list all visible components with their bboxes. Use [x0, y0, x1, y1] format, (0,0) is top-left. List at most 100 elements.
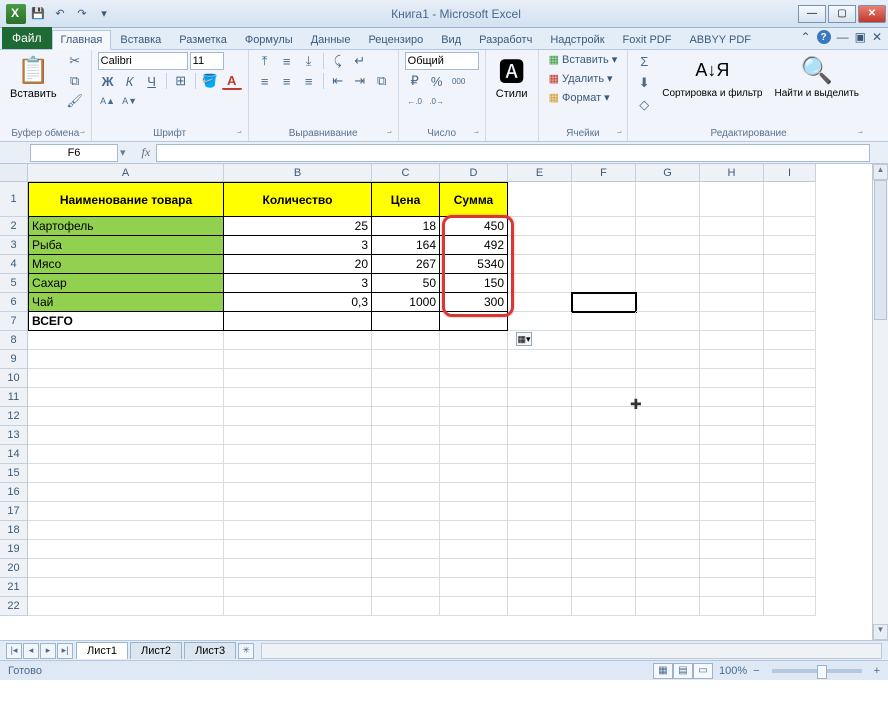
- autofill-options-icon[interactable]: ▦▾: [516, 332, 532, 346]
- cell[interactable]: [764, 369, 816, 388]
- cell[interactable]: [700, 236, 764, 255]
- doc-close-icon[interactable]: ✕: [872, 30, 882, 44]
- cell[interactable]: 150: [440, 274, 508, 293]
- new-sheet-button[interactable]: ✳: [238, 643, 254, 659]
- cell[interactable]: [28, 540, 224, 559]
- row-header-17[interactable]: 17: [0, 502, 28, 521]
- cell[interactable]: [440, 369, 508, 388]
- tab-foxit[interactable]: Foxit PDF: [614, 29, 681, 49]
- cell[interactable]: [28, 407, 224, 426]
- row-header-18[interactable]: 18: [0, 521, 28, 540]
- sheet-nav-prev[interactable]: ◂: [23, 643, 39, 659]
- scroll-thumb[interactable]: [874, 180, 887, 320]
- cell[interactable]: [572, 388, 636, 407]
- cell[interactable]: [508, 464, 572, 483]
- cell[interactable]: [372, 388, 440, 407]
- cell[interactable]: [764, 331, 816, 350]
- cell[interactable]: [508, 407, 572, 426]
- cell[interactable]: [508, 369, 572, 388]
- cell[interactable]: [224, 540, 372, 559]
- cell[interactable]: [572, 559, 636, 578]
- cell[interactable]: 1000: [372, 293, 440, 312]
- cell[interactable]: [508, 255, 572, 274]
- clear-button[interactable]: ◇: [634, 96, 654, 114]
- cell[interactable]: [440, 578, 508, 597]
- underline-button[interactable]: Ч: [142, 72, 162, 90]
- cell[interactable]: Наименование товара: [28, 182, 224, 217]
- cell[interactable]: [224, 578, 372, 597]
- cell[interactable]: [764, 255, 816, 274]
- cell[interactable]: [636, 483, 700, 502]
- row-header-11[interactable]: 11: [0, 388, 28, 407]
- cell[interactable]: 20: [224, 255, 372, 274]
- align-top-button[interactable]: ⤒: [255, 52, 275, 70]
- col-header-B[interactable]: B: [224, 164, 372, 182]
- cell[interactable]: [764, 464, 816, 483]
- format-painter-button[interactable]: 🖌: [65, 92, 85, 110]
- cell[interactable]: [764, 350, 816, 369]
- col-header-F[interactable]: F: [572, 164, 636, 182]
- currency-button[interactable]: ₽: [405, 72, 425, 90]
- cell[interactable]: 3: [224, 236, 372, 255]
- cell[interactable]: [572, 597, 636, 616]
- cell[interactable]: ВСЕГО: [28, 312, 224, 331]
- cell[interactable]: [764, 483, 816, 502]
- sheet-nav-last[interactable]: ▸|: [57, 643, 73, 659]
- orientation-button[interactable]: ⤹: [328, 52, 348, 70]
- cell[interactable]: 3: [224, 274, 372, 293]
- decrease-decimal-button[interactable]: .0→: [427, 92, 447, 110]
- cell[interactable]: [636, 540, 700, 559]
- row-header-9[interactable]: 9: [0, 350, 28, 369]
- cell[interactable]: [636, 597, 700, 616]
- sheet-tab-3[interactable]: Лист3: [184, 642, 236, 659]
- cell[interactable]: [508, 388, 572, 407]
- cell[interactable]: [764, 217, 816, 236]
- cell[interactable]: [28, 331, 224, 350]
- insert-cells-button[interactable]: ▦Вставить ▾: [545, 52, 622, 67]
- row-header-19[interactable]: 19: [0, 540, 28, 559]
- row-header-2[interactable]: 2: [0, 217, 28, 236]
- cell[interactable]: [372, 540, 440, 559]
- tab-layout[interactable]: Разметка: [170, 29, 236, 49]
- cell[interactable]: [572, 502, 636, 521]
- cell[interactable]: 450: [440, 217, 508, 236]
- cell[interactable]: [372, 426, 440, 445]
- cell[interactable]: [440, 407, 508, 426]
- cell[interactable]: [28, 350, 224, 369]
- col-header-C[interactable]: C: [372, 164, 440, 182]
- cell[interactable]: [764, 407, 816, 426]
- horizontal-scrollbar[interactable]: [261, 643, 882, 659]
- row-header-21[interactable]: 21: [0, 578, 28, 597]
- cell[interactable]: [508, 236, 572, 255]
- cell[interactable]: [700, 464, 764, 483]
- cell[interactable]: [508, 350, 572, 369]
- cell[interactable]: [700, 445, 764, 464]
- cell[interactable]: [636, 407, 700, 426]
- doc-minimize-icon[interactable]: —: [837, 30, 849, 44]
- row-header-6[interactable]: 6: [0, 293, 28, 312]
- cell[interactable]: [572, 331, 636, 350]
- cell[interactable]: [636, 236, 700, 255]
- cell[interactable]: [700, 578, 764, 597]
- tab-review[interactable]: Рецензиро: [359, 29, 432, 49]
- cell[interactable]: [372, 445, 440, 464]
- cell[interactable]: [636, 559, 700, 578]
- delete-cells-button[interactable]: ▦Удалить ▾: [545, 71, 622, 86]
- col-header-I[interactable]: I: [764, 164, 816, 182]
- qat-save[interactable]: 💾: [28, 4, 48, 24]
- select-all-corner[interactable]: [0, 164, 28, 182]
- tab-insert[interactable]: Вставка: [111, 29, 170, 49]
- cell[interactable]: Чай: [28, 293, 224, 312]
- cell[interactable]: [440, 350, 508, 369]
- scroll-up-button[interactable]: ▲: [873, 164, 888, 180]
- tab-addins[interactable]: Надстройк: [541, 29, 613, 49]
- cell[interactable]: [440, 540, 508, 559]
- cell[interactable]: [636, 312, 700, 331]
- cell[interactable]: [636, 182, 700, 217]
- fill-button[interactable]: ⬇: [634, 74, 654, 92]
- cell[interactable]: [700, 521, 764, 540]
- cell[interactable]: [764, 388, 816, 407]
- cell[interactable]: [508, 312, 572, 331]
- fill-color-button[interactable]: 🪣: [200, 72, 220, 90]
- cell[interactable]: [508, 217, 572, 236]
